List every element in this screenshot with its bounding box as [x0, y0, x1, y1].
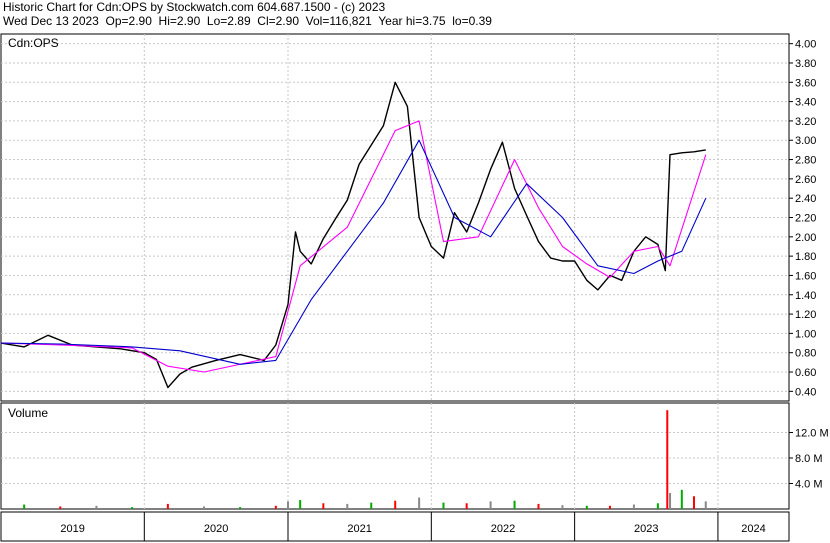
volume-bar [394, 500, 397, 509]
volume-label: Volume [8, 406, 48, 420]
symbol-label: Cdn:OPS [8, 36, 59, 50]
volume-bar [370, 502, 373, 509]
volume-axis-label: 12.0 M [795, 428, 829, 440]
volume-bar [59, 506, 62, 509]
volume-bar [418, 497, 421, 509]
year-label: 2022 [491, 523, 515, 535]
price-axis-label: 1.60 [795, 270, 816, 282]
volume-bar [95, 505, 98, 509]
time-axis [0, 511, 790, 542]
volume-bar [322, 503, 325, 509]
price-axis-label: 3.00 [795, 135, 816, 147]
volume-bar [656, 503, 659, 509]
volume-axis-label: 8.0 M [795, 453, 823, 465]
volume-bar [489, 501, 492, 509]
volume-bar [23, 504, 26, 509]
volume-bar [239, 507, 242, 509]
price-axis-label: 1.40 [795, 290, 816, 302]
year-label: 2021 [347, 523, 371, 535]
price-axis-label: 3.60 [795, 77, 816, 89]
volume-bar [274, 505, 277, 509]
price-axis-label: 2.20 [795, 213, 816, 225]
volume-bar [704, 501, 707, 509]
price-axis-label: 0.60 [795, 367, 816, 379]
volume-bar [299, 500, 302, 509]
chart-window: Historic Chart for Cdn:OPS by Stockwatch… [0, 0, 830, 543]
volume-bar [666, 410, 669, 509]
price-axis-label: 1.00 [795, 328, 816, 340]
volume-bar [561, 505, 564, 509]
year-label: 2024 [741, 523, 765, 535]
price-axis-label: 2.60 [795, 174, 816, 186]
price-axis-label: 3.40 [795, 97, 816, 109]
volume-bar [608, 505, 611, 509]
year-label: 2019 [60, 523, 84, 535]
volume-bar [669, 493, 672, 509]
volume-bar [537, 503, 540, 509]
price-axis-label: 0.80 [795, 348, 816, 360]
volume-bar [131, 507, 134, 509]
price-axis-label: 0.40 [795, 386, 816, 398]
volume-bar [513, 500, 516, 509]
volume-axis-label: 4.0 M [795, 479, 823, 491]
volume-bar [202, 506, 205, 509]
year-label: 2020 [204, 523, 228, 535]
volume-bar [287, 501, 290, 509]
price-axis-label: 3.80 [795, 58, 816, 70]
price-axis-label: 4.00 [795, 39, 816, 51]
price-axis-label: 1.80 [795, 251, 816, 263]
price-axis-label: 1.20 [795, 309, 816, 321]
volume-bar [166, 503, 169, 509]
volume-bar [442, 502, 445, 509]
price-volume-chart: 2019 2020 2021 2022 2023 2024 4.00 3.80 3.60 3.40… [0, 33, 829, 542]
volume-bar [346, 503, 349, 509]
year-label: 2023 [634, 523, 658, 535]
volume-bar [680, 489, 683, 509]
price-axis-label: 3.20 [795, 116, 816, 128]
volume-bar [585, 505, 588, 509]
price-axis-label: 2.80 [795, 155, 816, 167]
price-axis-label: 2.00 [795, 232, 816, 244]
volume-bar [632, 504, 635, 509]
volume-bar [692, 496, 695, 509]
price-axis-label: 2.40 [795, 193, 816, 205]
volume-bar [465, 503, 468, 509]
